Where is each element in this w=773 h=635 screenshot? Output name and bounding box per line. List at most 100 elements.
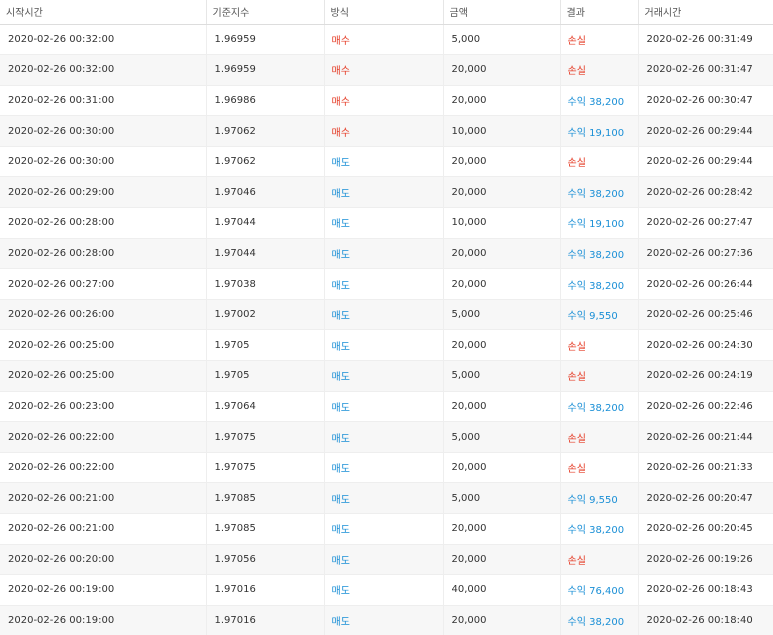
cell-result: 수익 9,550 xyxy=(560,299,639,331)
cell-method: 매도 xyxy=(324,299,444,331)
table-row[interactable]: 2020-02-26 00:20:00 1.97056 매도 20,000 손실 2020… xyxy=(0,544,773,576)
cell-method: 매도 xyxy=(324,391,444,423)
cell-start-time: 2020-02-26 00:25:00 xyxy=(0,360,207,392)
table-row[interactable]: 2020-02-26 00:19:00 1.97016 매도 40,000 수익 76,… xyxy=(0,574,773,606)
cell-base-index: 1.97075 xyxy=(206,452,325,484)
cell-base-index: 1.97016 xyxy=(206,574,325,606)
table-row[interactable]: 2020-02-26 00:22:00 1.97075 매도 5,000 손실 2020-… xyxy=(0,421,773,453)
cell-amount: 20,000 xyxy=(443,329,561,362)
cell-base-index: 1.96959 xyxy=(206,54,325,86)
cell-trade-time: 2020-02-26 00:22:46 xyxy=(638,391,773,423)
cell-result: 손실 xyxy=(560,329,639,362)
table-row[interactable]: 2020-02-26 00:25:00 1.9705 매도 20,000 손실 2020-… xyxy=(0,329,773,362)
cell-trade-time: 2020-02-26 00:26:44 xyxy=(638,268,773,300)
cell-start-time: 2020-02-26 00:31:00 xyxy=(0,85,207,117)
cell-start-time: 2020-02-26 00:28:00 xyxy=(0,207,207,239)
table-row[interactable]: 2020-02-26 00:29:00 1.97046 매도 20,000 수익 38,… xyxy=(0,176,773,209)
cell-method: 매도 xyxy=(324,329,444,362)
cell-result: 수익 9,550 xyxy=(560,482,639,514)
cell-trade-time: 2020-02-26 00:20:45 xyxy=(638,513,773,545)
cell-start-time: 2020-02-26 00:27:00 xyxy=(0,268,207,300)
cell-base-index: 1.97038 xyxy=(206,268,325,300)
cell-amount: 20,000 xyxy=(443,391,561,423)
cell-trade-time: 2020-02-26 00:18:43 xyxy=(638,574,773,606)
table-row[interactable]: 2020-02-26 00:22:00 1.97075 매도 20,000 손실 2020… xyxy=(0,452,773,484)
cell-trade-time: 2020-02-26 00:28:42 xyxy=(638,176,773,209)
cell-base-index: 1.9705 xyxy=(206,329,325,362)
cell-base-index: 1.97046 xyxy=(206,176,325,209)
cell-result: 손실 xyxy=(560,146,639,178)
table-row[interactable]: 2020-02-26 00:28:00 1.97044 매도 10,000 수익 19,… xyxy=(0,207,773,239)
cell-trade-time: 2020-02-26 00:21:44 xyxy=(638,421,773,453)
column-header-method[interactable]: 방식 xyxy=(324,0,444,25)
column-header-start-time[interactable]: 시작시간 xyxy=(0,0,207,25)
cell-method: 매도 xyxy=(324,544,444,576)
cell-result: 수익 38,200 xyxy=(560,513,639,545)
cell-result: 손실 xyxy=(560,24,639,56)
cell-amount: 5,000 xyxy=(443,482,561,514)
column-header-trade-time[interactable]: 거래시간 xyxy=(638,0,773,25)
cell-start-time: 2020-02-26 00:21:00 xyxy=(0,513,207,545)
table-row[interactable]: 2020-02-26 00:31:00 1.96986 매수 20,000 수익 38,… xyxy=(0,85,773,117)
table-row[interactable]: 2020-02-26 00:30:00 1.97062 매수 10,000 수익 19,… xyxy=(0,115,773,147)
cell-start-time: 2020-02-26 00:22:00 xyxy=(0,452,207,484)
cell-start-time: 2020-02-26 00:19:00 xyxy=(0,605,207,635)
column-header-result[interactable]: 결과 xyxy=(560,0,639,25)
cell-method: 매도 xyxy=(324,513,444,545)
cell-result: 수익 38,200 xyxy=(560,238,639,270)
cell-method: 매도 xyxy=(324,452,444,484)
cell-base-index: 1.97064 xyxy=(206,391,325,423)
cell-start-time: 2020-02-26 00:21:00 xyxy=(0,482,207,514)
cell-start-time: 2020-02-26 00:28:00 xyxy=(0,238,207,270)
cell-amount: 20,000 xyxy=(443,452,561,484)
table-row[interactable]: 2020-02-26 00:30:00 1.97062 매도 20,000 손실 2020… xyxy=(0,146,773,178)
cell-amount: 20,000 xyxy=(443,544,561,576)
cell-start-time: 2020-02-26 00:30:00 xyxy=(0,146,207,178)
table-row[interactable]: 2020-02-26 00:32:00 1.96959 매수 5,000 손실 2020-… xyxy=(0,24,773,56)
table-row[interactable]: 2020-02-26 00:23:00 1.97064 매도 20,000 수익 38,… xyxy=(0,391,773,423)
column-header-base-index[interactable]: 기준지수 xyxy=(206,0,325,25)
cell-amount: 20,000 xyxy=(443,85,561,117)
table-row[interactable]: 2020-02-26 00:26:00 1.97002 매도 5,000 수익 9,55… xyxy=(0,299,773,331)
cell-amount: 20,000 xyxy=(443,268,561,300)
table-row[interactable]: 2020-02-26 00:25:00 1.9705 매도 5,000 손실 2020-0… xyxy=(0,360,773,392)
cell-amount: 20,000 xyxy=(443,238,561,270)
cell-result: 수익 38,200 xyxy=(560,85,639,117)
cell-trade-time: 2020-02-26 00:27:36 xyxy=(638,238,773,270)
table-header-row: 시작시간 기준지수 방식 금액 결과 거래시간 xyxy=(0,0,773,25)
cell-method: 매수 xyxy=(324,24,444,56)
cell-base-index: 1.97002 xyxy=(206,299,325,331)
table-row[interactable]: 2020-02-26 00:27:00 1.97038 매도 20,000 수익 38,… xyxy=(0,268,773,300)
cell-base-index: 1.97056 xyxy=(206,544,325,576)
cell-trade-time: 2020-02-26 00:29:44 xyxy=(638,115,773,147)
cell-amount: 5,000 xyxy=(443,24,561,56)
cell-base-index: 1.97044 xyxy=(206,207,325,239)
cell-result: 손실 xyxy=(560,421,639,453)
cell-method: 매수 xyxy=(324,85,444,117)
cell-method: 매도 xyxy=(324,360,444,392)
cell-base-index: 1.96959 xyxy=(206,24,325,56)
cell-result: 수익 76,400 xyxy=(560,574,639,606)
cell-result: 수익 38,200 xyxy=(560,605,639,635)
cell-trade-time: 2020-02-26 00:24:19 xyxy=(638,360,773,392)
table-row[interactable]: 2020-02-26 00:32:00 1.96959 매수 20,000 손실 2020… xyxy=(0,54,773,86)
cell-result: 수익 19,100 xyxy=(560,115,639,147)
cell-trade-time: 2020-02-26 00:24:30 xyxy=(638,329,773,362)
cell-trade-time: 2020-02-26 00:18:40 xyxy=(638,605,773,635)
cell-trade-time: 2020-02-26 00:20:47 xyxy=(638,482,773,514)
cell-start-time: 2020-02-26 00:32:00 xyxy=(0,24,207,56)
cell-amount: 20,000 xyxy=(443,176,561,209)
cell-amount: 5,000 xyxy=(443,299,561,331)
cell-base-index: 1.97062 xyxy=(206,146,325,178)
table-row[interactable]: 2020-02-26 00:28:00 1.97044 매도 20,000 수익 38,… xyxy=(0,238,773,270)
cell-trade-time: 2020-02-26 00:27:47 xyxy=(638,207,773,239)
table-row[interactable]: 2020-02-26 00:21:00 1.97085 매도 20,000 수익 38,… xyxy=(0,513,773,545)
cell-start-time: 2020-02-26 00:32:00 xyxy=(0,54,207,86)
column-header-amount[interactable]: 금액 xyxy=(443,0,561,25)
table-row[interactable]: 2020-02-26 00:19:00 1.97016 매도 20,000 수익 38,… xyxy=(0,605,773,635)
cell-start-time: 2020-02-26 00:20:00 xyxy=(0,544,207,576)
cell-result: 손실 xyxy=(560,544,639,576)
table-row[interactable]: 2020-02-26 00:21:00 1.97085 매도 5,000 수익 9,55… xyxy=(0,482,773,514)
cell-method: 매도 xyxy=(324,574,444,606)
cell-result: 손실 xyxy=(560,452,639,484)
